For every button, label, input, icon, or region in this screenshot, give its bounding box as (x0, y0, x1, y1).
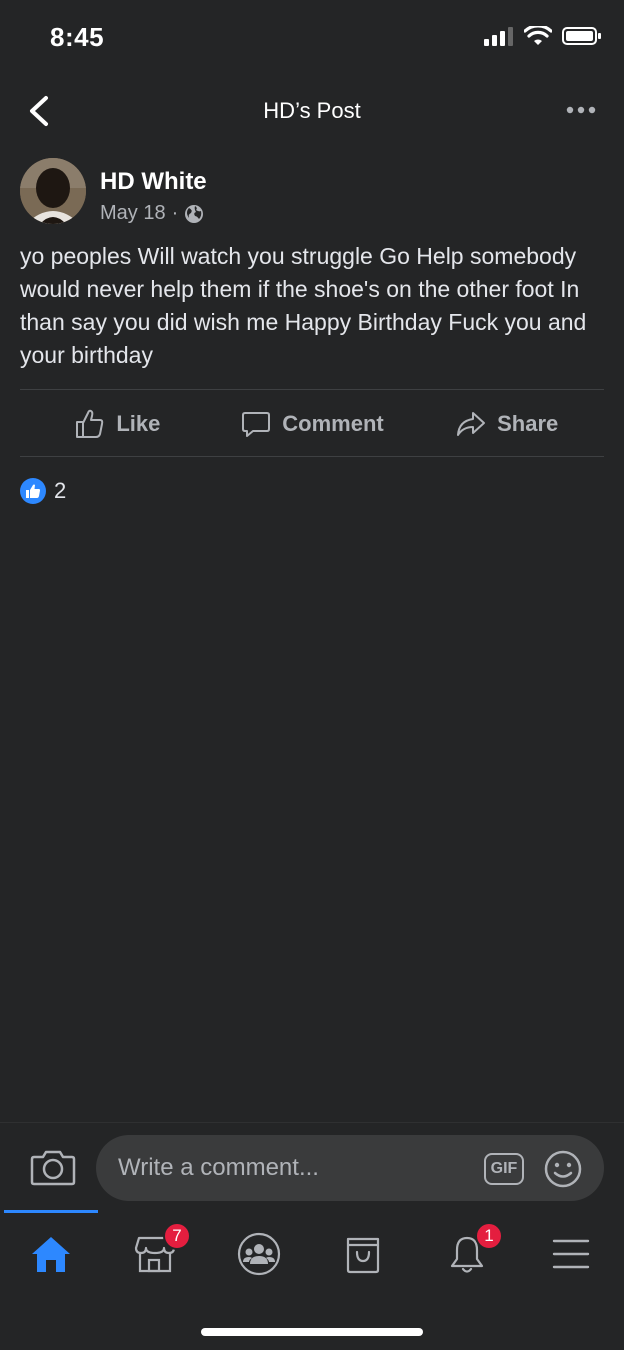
shop-icon (346, 1237, 380, 1274)
marketplace-badge: 7 (163, 1222, 191, 1250)
gif-button[interactable]: GIF (484, 1153, 524, 1185)
author-name[interactable]: HD White (100, 168, 207, 196)
groups-icon (237, 1232, 281, 1276)
camera-button[interactable] (30, 1147, 76, 1187)
tab-marketplace[interactable]: 7 (125, 1222, 191, 1282)
home-indicator[interactable] (201, 1328, 423, 1336)
tab-bar: 7 1 (0, 1210, 624, 1300)
signal-icon (484, 27, 513, 46)
like-reaction-icon (20, 478, 46, 504)
divider (20, 456, 604, 457)
home-icon (32, 1237, 70, 1272)
post-date[interactable]: May 18 (100, 202, 166, 225)
avatar[interactable] (20, 158, 86, 224)
wifi-icon (524, 26, 552, 45)
nav-bar: HD’s Post (0, 82, 624, 140)
comment-input[interactable] (96, 1135, 604, 1201)
reactions-summary[interactable]: 2 (20, 478, 66, 504)
share-icon (457, 412, 486, 436)
meta-separator: · (171, 202, 179, 224)
comment-bar: GIF (0, 1122, 624, 1212)
emoji-button[interactable] (543, 1149, 583, 1189)
divider (20, 389, 604, 390)
post-meta: May 18 · (100, 202, 204, 225)
status-time: 8:45 (50, 22, 105, 52)
like-icon (76, 409, 104, 438)
comment-label: Comment (282, 411, 384, 436)
camera-icon (30, 1150, 76, 1186)
status-icons (484, 26, 602, 46)
battery-icon (562, 27, 601, 45)
post-actions: Like Comment Share (20, 392, 604, 456)
avatar-image (20, 158, 86, 224)
tab-shop[interactable] (333, 1226, 393, 1282)
tab-home[interactable] (21, 1226, 81, 1282)
tab-menu[interactable] (541, 1226, 601, 1282)
globe-icon (185, 204, 204, 223)
comment-icon (242, 412, 271, 437)
reaction-count: 2 (54, 478, 67, 503)
page-title: HD’s Post (263, 98, 361, 123)
post-text: yo peoples Will watch you struggle Go He… (20, 243, 587, 368)
active-tab-indicator (4, 1210, 98, 1213)
share-button[interactable]: Share (409, 392, 604, 456)
more-icon (566, 106, 596, 114)
like-label: Like (116, 411, 161, 436)
more-options-button[interactable] (562, 96, 602, 124)
comment-button[interactable]: Comment (215, 392, 410, 456)
share-label: Share (497, 411, 559, 436)
tab-groups[interactable] (229, 1226, 289, 1282)
status-bar: 8:45 (0, 0, 624, 76)
emoji-icon (544, 1150, 582, 1188)
like-button[interactable]: Like (20, 392, 215, 456)
post-header: HD White May 18 · (20, 158, 604, 228)
notifications-badge: 1 (475, 1222, 503, 1250)
menu-icon (552, 1239, 590, 1269)
tab-notifications[interactable]: 1 (437, 1222, 503, 1282)
